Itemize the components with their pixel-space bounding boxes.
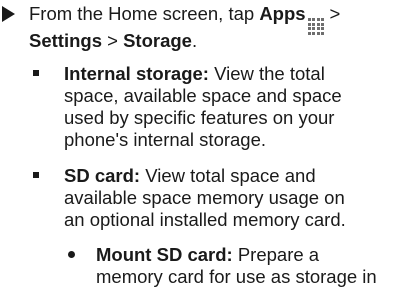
settings-label: Settings	[29, 30, 102, 51]
storage-label: Storage	[123, 30, 192, 51]
step-text-suffix: >	[324, 3, 341, 24]
square-bullet-icon	[33, 172, 39, 178]
sub-bullet-text: Prepare a	[232, 244, 320, 265]
bullet-internal-storage-line-1: Internal storage: View the total	[64, 63, 325, 85]
sub-bullet-title: Mount SD card:	[96, 244, 233, 265]
square-bullet-icon	[33, 70, 39, 76]
bullet-text: View the total	[208, 63, 325, 84]
bullet-sd-card-line-1: SD card: View total space and	[64, 165, 316, 187]
bullet-sd-card-line-2: available space memory usage on	[64, 187, 345, 208]
bullet-internal-storage-line-2: space, available space and space	[64, 85, 342, 106]
bullet-sd-card-line-3: an optional installed memory card.	[64, 209, 346, 230]
apps-grid-icon	[307, 18, 325, 35]
apps-label: Apps	[259, 3, 306, 24]
step-separator: >	[101, 30, 124, 51]
sub-bullet-mount-line-1: Mount SD card: Prepare a	[96, 244, 319, 266]
step-line-2: Settings > Storage.	[29, 30, 197, 52]
bullet-internal-storage-line-3: used by specific features on your	[64, 107, 335, 128]
round-bullet-icon	[68, 251, 75, 258]
bullet-title: SD card:	[64, 165, 141, 186]
step-text-prefix: From the Home screen, tap	[29, 3, 260, 24]
bullet-internal-storage-line-4: phone's internal storage.	[64, 129, 267, 150]
sub-bullet-mount-line-2: memory card for use as storage in	[96, 266, 377, 287]
bullet-text: View total space and	[140, 165, 316, 186]
step-end: .	[191, 30, 198, 51]
bullet-title: Internal storage:	[64, 63, 209, 84]
step-arrow-icon	[2, 6, 15, 22]
